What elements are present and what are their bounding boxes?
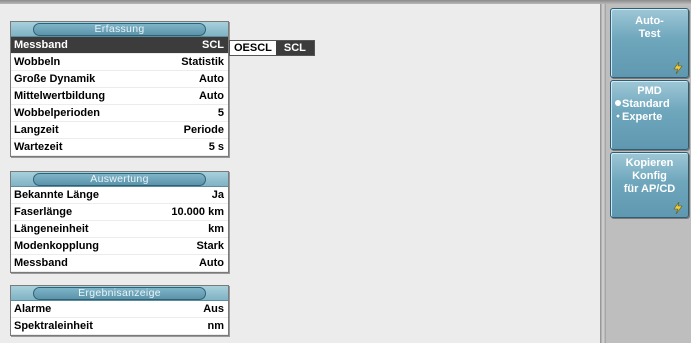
- ergebnisanzeige-panel: Ergebnisanzeige Alarme Aus Spektraleinhe…: [10, 285, 229, 336]
- row-value: Statistik: [181, 56, 224, 68]
- ergebnisanzeige-header: Ergebnisanzeige: [11, 286, 228, 301]
- ergebnisanzeige-title: Ergebnisanzeige: [33, 287, 206, 300]
- row-alarme[interactable]: Alarme Aus: [11, 301, 228, 318]
- row-laengeneinheit[interactable]: Längeneinheit km: [11, 221, 228, 238]
- row-label: Bekannte Länge: [14, 189, 99, 201]
- row-value: Periode: [183, 124, 224, 136]
- row-bekannte-laenge[interactable]: Bekannte Länge Ja: [11, 187, 228, 204]
- row-wobbelperioden[interactable]: Wobbelperioden 5: [11, 105, 228, 122]
- kopieren-label-line2: Konfig: [632, 170, 667, 182]
- row-label: Spektraleinheit: [14, 320, 93, 332]
- row-label: Messband: [14, 39, 68, 51]
- row-wartezeit[interactable]: Wartezeit 5 s: [11, 139, 228, 156]
- row-label: Messband: [14, 257, 68, 269]
- row-label: Wartezeit: [14, 141, 63, 153]
- row-label: Wobbelperioden: [14, 107, 100, 119]
- row-langzeit[interactable]: Langzeit Periode: [11, 122, 228, 139]
- pmd-option-experte-label: Experte: [622, 111, 663, 123]
- kopieren-button[interactable]: Kopieren Konfig für AP/CD: [610, 152, 689, 218]
- pmd-option-experte[interactable]: Experte: [611, 111, 688, 124]
- row-grosse-dynamik[interactable]: Große Dynamik Auto: [11, 71, 228, 88]
- row-messband[interactable]: Messband SCL: [11, 37, 228, 54]
- row-label: Mittelwertbildung: [14, 90, 106, 102]
- row-value: 5 s: [208, 141, 224, 153]
- auswertung-panel: Auswertung Bekannte Länge Ja Faserlänge …: [10, 171, 229, 273]
- erfassung-title: Erfassung: [33, 23, 206, 36]
- kopieren-label-line3: für AP/CD: [623, 183, 676, 195]
- row-label: Längeneinheit: [14, 223, 89, 235]
- row-modenkopplung[interactable]: Modenkopplung Stark: [11, 238, 228, 255]
- row-mittelwertbildung[interactable]: Mittelwertbildung Auto: [11, 88, 228, 105]
- option-oescl[interactable]: OESCL: [230, 41, 276, 55]
- option-scl[interactable]: SCL: [275, 41, 314, 55]
- row-wobbeln[interactable]: Wobbeln Statistik: [11, 54, 228, 71]
- row-value: Auto: [198, 73, 224, 85]
- row-value: 10.000 km: [171, 206, 224, 218]
- row-value: Auto: [198, 257, 224, 269]
- pmd-option-standard[interactable]: Standard: [611, 98, 688, 111]
- row-value: SCL: [202, 39, 224, 51]
- pmd-option-standard-label: Standard: [622, 98, 670, 110]
- auswertung-title: Auswertung: [33, 173, 206, 186]
- row-value: Aus: [203, 303, 224, 315]
- row-value: nm: [207, 320, 225, 332]
- row-value: km: [208, 223, 224, 235]
- row-label: Langzeit: [14, 124, 59, 136]
- autotest-label-line2: Test: [638, 28, 661, 40]
- pmd-button[interactable]: PMD Standard Experte: [610, 80, 689, 150]
- autotest-label-line1: Auto-: [635, 15, 664, 27]
- messband-options: OESCL SCL: [229, 40, 315, 56]
- radio-off-icon: [615, 100, 621, 106]
- auswertung-header: Auswertung: [11, 172, 228, 187]
- pmd-title: PMD: [637, 85, 662, 97]
- lightning-icon: [673, 202, 683, 214]
- row-messband-auswertung[interactable]: Messband Auto: [11, 255, 228, 272]
- row-label: Wobbeln: [14, 56, 61, 68]
- kopieren-label-line1: Kopieren: [625, 157, 674, 169]
- row-faserlaenge[interactable]: Faserlänge 10.000 km: [11, 204, 228, 221]
- row-label: Große Dynamik: [14, 73, 96, 85]
- row-label: Alarme: [14, 303, 52, 315]
- softkey-bar: Auto- Test PMD Standard Experte Kopieren…: [606, 4, 691, 343]
- row-label: Modenkopplung: [14, 240, 99, 252]
- row-value: 5: [217, 107, 224, 119]
- row-value: Auto: [198, 90, 224, 102]
- row-spektraleinheit[interactable]: Spektraleinheit nm: [11, 318, 228, 335]
- lightning-icon: [673, 62, 683, 74]
- radio-on-icon: [615, 113, 621, 119]
- row-value: Ja: [211, 189, 224, 201]
- erfassung-header: Erfassung: [11, 22, 228, 37]
- row-label: Faserlänge: [14, 206, 73, 218]
- erfassung-panel: Erfassung Messband SCL Wobbeln Statistik…: [10, 21, 229, 157]
- row-value: Stark: [196, 240, 224, 252]
- autotest-button[interactable]: Auto- Test: [610, 8, 689, 78]
